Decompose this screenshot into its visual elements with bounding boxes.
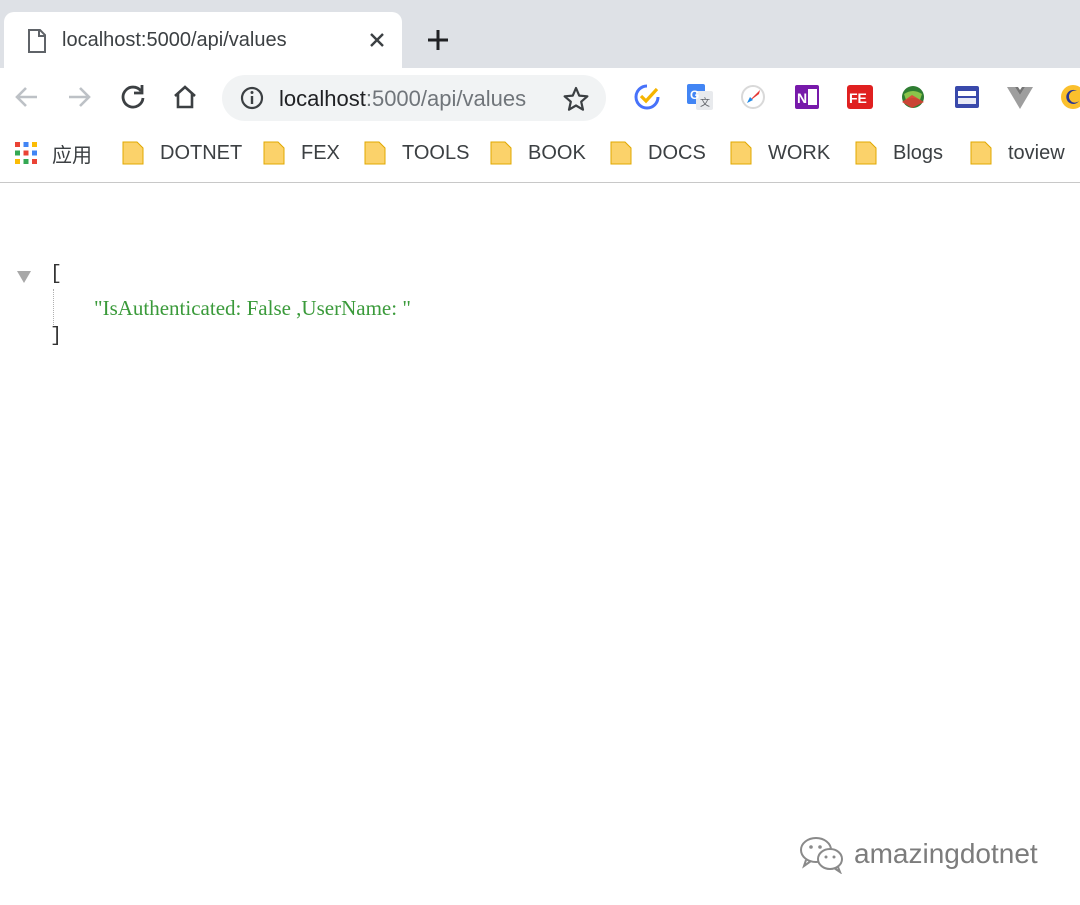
info-icon[interactable]	[240, 86, 264, 110]
home-icon[interactable]	[170, 82, 200, 112]
svg-text:FE: FE	[849, 90, 867, 106]
fe-icon[interactable]: FE	[845, 82, 875, 112]
folder-icon	[730, 141, 752, 165]
google-translate-icon[interactable]: G 文	[685, 82, 715, 112]
page-content: [ "IsAuthenticated: False ,UserName: " ]	[0, 183, 1080, 905]
folder-icon	[364, 141, 386, 165]
svg-text:G: G	[690, 88, 699, 102]
bookmark-label: DOTNET	[160, 141, 243, 164]
collapse-toggle-icon[interactable]	[16, 270, 32, 284]
bookmark-folder[interactable]: toview	[970, 138, 1065, 168]
bookmark-label: FEX	[301, 141, 340, 164]
onenote-icon[interactable]: N	[792, 82, 822, 112]
indent-guide	[53, 289, 54, 325]
json-close-bracket: ]	[50, 325, 63, 348]
svg-text:N: N	[797, 90, 807, 106]
bookmark-folder[interactable]: Blogs	[855, 138, 943, 168]
moon-icon[interactable]	[1058, 82, 1080, 112]
bookmark-label: TOOLS	[402, 141, 470, 164]
active-tab[interactable]: localhost:5000/api/values	[4, 12, 402, 68]
json-open-bracket: [	[50, 263, 63, 286]
bookmark-folder[interactable]: BOOK	[490, 138, 586, 168]
bookmark-label: Blogs	[893, 141, 944, 164]
watermark: amazingdotnet	[798, 834, 1038, 874]
close-icon[interactable]	[364, 27, 390, 53]
globe-icon[interactable]	[898, 82, 928, 112]
folder-icon	[122, 141, 144, 165]
bookmark-label: DOCS	[648, 141, 706, 164]
forward-icon[interactable]	[64, 82, 94, 112]
folder-icon	[490, 141, 512, 165]
star-icon[interactable]	[562, 85, 590, 113]
window-icon[interactable]	[952, 82, 982, 112]
tab-strip: localhost:5000/api/values	[0, 0, 1080, 68]
folder-icon	[855, 141, 877, 165]
bookmark-label: BOOK	[528, 141, 586, 164]
folder-icon	[970, 141, 992, 165]
watermark-text: amazingdotnet	[854, 838, 1038, 869]
plus-icon[interactable]	[424, 26, 452, 54]
document-icon	[28, 29, 46, 53]
tick-tick-icon[interactable]	[632, 82, 662, 112]
address-bar[interactable]: localhost:5000/api/values	[222, 75, 606, 121]
folder-icon	[610, 141, 632, 165]
tab-title: localhost:5000/api/values	[62, 29, 287, 51]
wechat-icon	[800, 837, 843, 874]
bookmark-folder[interactable]: DOTNET	[122, 138, 242, 168]
bookmark-folder[interactable]: DOCS	[610, 138, 706, 168]
back-icon[interactable]	[12, 82, 42, 112]
bookmarks-bar: 应用 DOTNET FEX TOOLS BOOK DOCS WORK Blogs…	[0, 128, 1080, 183]
vue-devtools-icon[interactable]	[1005, 82, 1035, 112]
bookmark-folder[interactable]: WORK	[730, 138, 830, 168]
apps-grid-icon	[15, 142, 37, 164]
reload-icon[interactable]	[118, 82, 148, 112]
svg-text:文: 文	[700, 96, 710, 109]
bookmark-folder[interactable]: TOOLS	[364, 138, 469, 168]
bookmark-folder[interactable]: FEX	[263, 138, 340, 168]
bookmark-label: WORK	[768, 141, 831, 164]
url-text[interactable]: localhost:5000/api/values	[279, 86, 526, 112]
bookmark-label: 应用	[52, 144, 92, 167]
browser-toolbar: localhost:5000/api/values G 文 N FE	[0, 68, 1080, 128]
folder-icon	[263, 141, 285, 165]
rocket-icon[interactable]	[738, 82, 768, 112]
bookmark-label: toview	[1008, 141, 1065, 164]
json-string-value: "IsAuthenticated: False ,UserName: "	[94, 296, 411, 320]
bookmark-apps[interactable]: 应用	[14, 138, 92, 168]
